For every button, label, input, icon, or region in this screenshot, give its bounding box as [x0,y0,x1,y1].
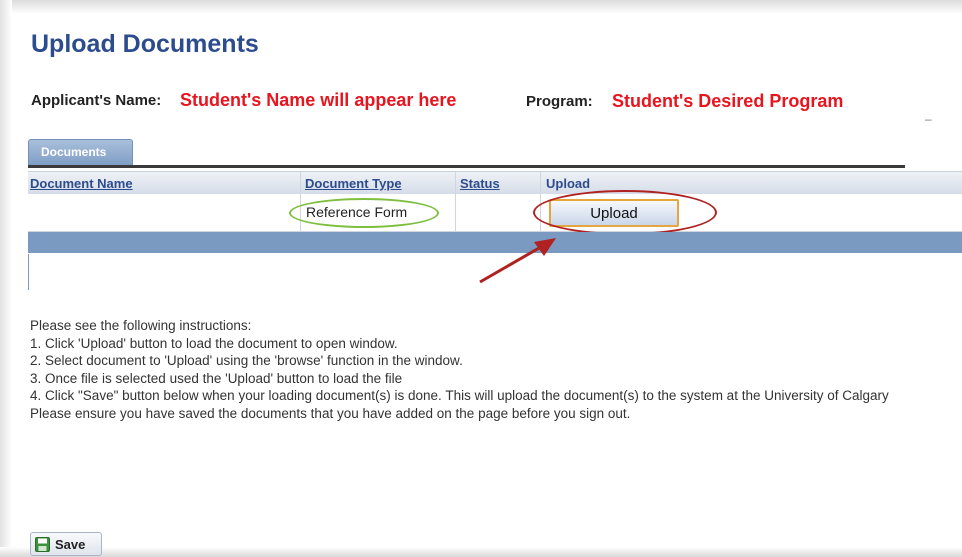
save-button[interactable]: Save [30,532,102,556]
instructions-note: Please ensure you have saved the documen… [30,405,631,421]
applicant-name-value: Student's Name will appear here [180,90,457,110]
program-label: Program: [526,93,593,110]
tab-underline [28,165,905,168]
column-header-document-type[interactable]: Document Type [305,176,402,191]
column-header-status[interactable]: Status [460,176,500,191]
page-title: Upload Documents [31,30,259,58]
table-left-border [28,254,29,290]
annotation-arrow-icon [479,238,556,284]
instruction-step: 4. Click "Save" button below when your l… [30,388,889,403]
instruction-step: 1. Click 'Upload' button to load the doc… [30,335,398,351]
column-divider [455,171,456,231]
annotation-green-ellipse [289,198,439,228]
instructions-intro: Please see the following instructions: [30,318,252,333]
tab-documents[interactable]: Documents [28,139,133,166]
instruction-step: 3. Once file is selected used the 'Uploa… [30,370,403,386]
annotation-red-ellipse [533,190,717,235]
collapse-marker: – [925,112,932,126]
screenshot-edge-shade [0,0,12,557]
table-row [28,194,962,232]
applicant-name-label: Applicant's Name: [31,92,162,109]
instruction-step: 2. Select document to 'Upload' using the… [30,353,463,368]
column-header-document-name[interactable]: Document Name [30,176,133,191]
screenshot-edge-shade [0,547,962,557]
instructions-block: Please see the following instructions: 1… [30,317,950,422]
column-divider [300,171,301,231]
screenshot-edge-shade [0,0,962,14]
program-value: Student's Desired Program [612,91,844,111]
disk-icon [35,536,50,552]
column-header-upload: Upload [546,176,591,191]
documents-table-header: Document Name Document Type Status Uploa… [28,171,962,195]
save-button-label: Save [55,536,86,552]
